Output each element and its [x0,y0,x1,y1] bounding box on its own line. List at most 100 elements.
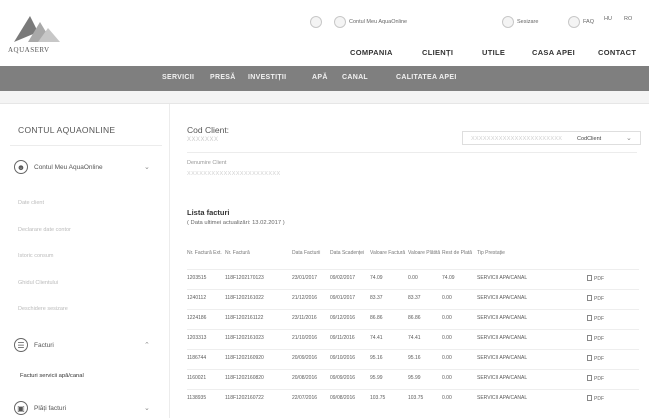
ticket-link[interactable]: Sesizare [502,16,538,28]
subnav-item-servicii[interactable]: SERVICII [162,74,194,81]
header-band [0,91,649,104]
subnav-item-calitatea-apei[interactable]: CALITATEA APEI [396,74,457,81]
sidebar-item-sesizare[interactable]: Deschidere sesizare [18,306,68,312]
wallet-icon: ▣ [14,401,28,415]
table-cell: 118F1202160920 [225,355,264,361]
client-code-select-value: XXXXXXXXXXXXXXXXXXXXXXX [471,136,563,142]
subnav-item-apa[interactable]: APĂ [312,74,328,81]
column-header[interactable]: Nr. Factură [225,250,250,256]
column-header[interactable]: Data Facturii [292,250,320,256]
ticket-link-label: Sesizare [517,19,539,25]
table-cell: 09/10/2016 [330,355,356,361]
home-button[interactable] [310,16,322,28]
table-cell: 1203515 [187,275,207,281]
sidebar-item-declarare-date[interactable]: Declarare date contor [18,227,71,233]
user-icon: ☻ [14,160,28,174]
column-header[interactable]: Tip Prestație [477,250,505,256]
sidebar-item-facturi-apa[interactable]: Facturi servicii apă/canal [20,373,84,379]
pdf-download-link[interactable]: PDF [587,375,604,382]
pdf-label: PDF [594,356,604,362]
column-header[interactable]: Nr. Factură Ext. [187,250,222,256]
table-cell: 1186744 [187,355,207,361]
subnav-item-canal[interactable]: CANAL [342,74,368,81]
home-icon [310,16,322,28]
column-header[interactable]: Data Scadenței [330,250,364,256]
table-cell: 1138935 [187,395,207,401]
table-cell: 0.00 [408,275,418,281]
chevron-down-icon[interactable]: ⌄ [144,404,150,412]
user-icon [334,16,346,28]
pdf-label: PDF [594,336,604,342]
table-cell: 74.41 [370,335,383,341]
table-cell: 1240112 [187,295,207,301]
chevron-up-icon[interactable]: ⌃ [144,341,150,349]
table-cell: 0.00 [442,335,452,341]
table-cell: 0.00 [442,395,452,401]
table-cell: 09/02/2017 [330,275,356,281]
table-cell: 09/08/2016 [330,395,356,401]
table-cell: SERVICII APA/CANAL [477,335,528,341]
table-cell: 20/09/2016 [292,355,318,361]
pdf-download-link[interactable]: PDF [587,295,604,302]
account-link[interactable]: Contul Meu AquaOnline [334,16,407,28]
pdf-icon [587,395,592,401]
table-cell: 0.00 [442,375,452,381]
table-cell: 09/11/2016 [330,335,355,341]
subnav-item-investitii[interactable]: INVESTIȚII [248,74,286,81]
pdf-label: PDF [594,276,604,282]
table-row: 1160021 118F1202160820 20/08/2016 09/09/201… [187,369,639,385]
table-cell: 95.99 [408,375,421,381]
sidebar-group-payments-label: Plăți facturi [34,404,67,412]
lang-ro-label: RO [624,16,633,22]
pdf-label: PDF [594,296,604,302]
pdf-download-link[interactable]: PDF [587,335,604,342]
table-cell: 21/10/2016 [292,335,318,341]
pdf-icon [587,295,592,301]
lang-hu[interactable]: HU [604,16,612,22]
pdf-download-link[interactable]: PDF [587,355,604,362]
client-name-label: Denumire Client [187,160,227,166]
pdf-download-link[interactable]: PDF [587,315,604,322]
sidebar-group-account[interactable]: ☻ Contul Meu AquaOnline [14,160,103,174]
sidebar-item-date-client[interactable]: Date client [18,200,44,206]
subnav-item-presa[interactable]: PRESĂ [210,74,236,81]
chevron-down-icon: ⌄ [626,135,632,142]
site-header: AQUASERV Contul Meu AquaOnline Sesizare … [0,0,649,66]
column-header[interactable]: Valoare Factură [370,250,405,256]
nav-item-compania[interactable]: COMPANIA [350,48,393,57]
pdf-download-link[interactable]: PDF [587,395,604,402]
table-cell: SERVICII APA/CANAL [477,275,528,281]
nav-item-utile[interactable]: UTILE [482,48,505,57]
table-cell: 1224186 [187,315,207,321]
table-row: 1240112 118F1202161022 21/12/2016 09/01/201… [187,289,639,305]
table-cell: 74.41 [408,335,421,341]
pdf-download-link[interactable]: PDF [587,275,604,282]
invoice-list-update: ( Data ultimei actualizări: 13.02.2017 ) [187,220,285,226]
table-cell: SERVICII APA/CANAL [477,395,528,401]
nav-item-clienti[interactable]: CLIENȚI [422,48,453,57]
client-code-select-label: CodClient [577,135,602,142]
sidebar: CONTUL AQUAONLINE ☻ Contul Meu AquaOnlin… [0,104,170,418]
sidebar-group-account-label: Contul Meu AquaOnline [34,163,103,171]
table-cell: 1203313 [187,335,207,341]
table-cell: SERVICII APA/CANAL [477,295,528,301]
faq-icon [568,16,580,28]
lang-ro[interactable]: RO [624,16,632,22]
sidebar-group-payments[interactable]: ▣ Plăți facturi [14,401,66,415]
table-cell: 1160021 [187,375,207,381]
client-code-value: XXXXXXX [187,137,219,143]
nav-item-contact[interactable]: CONTACT [598,48,636,57]
column-header[interactable]: Valoare Plătită [408,250,440,256]
sidebar-title: CONTUL AQUAONLINE [18,125,116,135]
nav-item-casa-apei[interactable]: CASA APEI [532,48,575,57]
chevron-down-icon[interactable]: ⌄ [144,163,150,171]
sidebar-item-ghid[interactable]: Ghidul Clientului [18,280,58,286]
sidebar-divider [10,145,162,146]
faq-link[interactable]: FAQ [568,16,594,28]
column-header[interactable]: Rest de Plată [442,250,472,256]
table-cell: 09/12/2016 [330,315,356,321]
client-code-select[interactable]: XXXXXXXXXXXXXXXXXXXXXXX CodClient ⌄ [462,131,641,145]
sidebar-item-istoric[interactable]: Istoric consum [18,253,53,259]
main-content: Cod Client: XXXXXXX XXXXXXXXXXXXXXXXXXXX… [170,104,649,418]
sidebar-group-invoices[interactable]: ☰ Facturi [14,338,54,352]
